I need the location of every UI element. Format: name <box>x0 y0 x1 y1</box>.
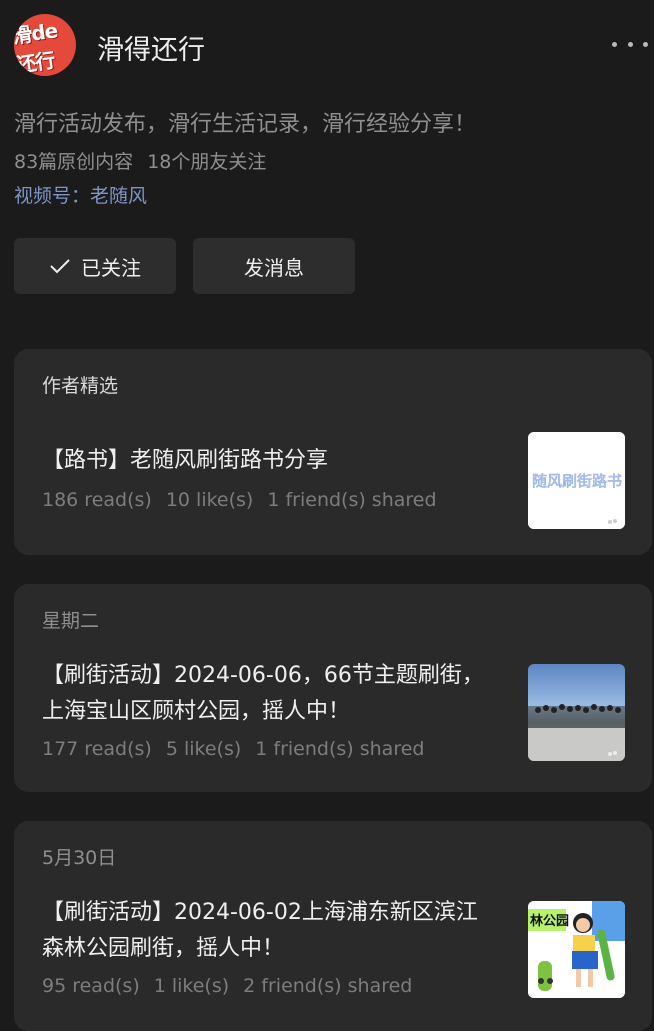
video-channel-link[interactable]: 视频号：老随风 <box>14 181 147 208</box>
article-thumbnail[interactable]: 随风刷街路书 <box>528 432 625 529</box>
article-meta: 186 read(s) 10 like(s) 1 friend(s) shared <box>42 489 437 511</box>
article-meta: 95 read(s) 1 like(s) 2 friend(s) shared <box>42 975 412 997</box>
like-count: 10 like(s) <box>165 489 254 511</box>
send-message-label: 发消息 <box>244 255 304 280</box>
like-count: 5 like(s) <box>165 738 242 760</box>
like-count: 1 like(s) <box>153 975 230 997</box>
thumbnail-image: 随风刷街路书 <box>528 432 625 529</box>
section-label: 作者精选 <box>42 375 119 397</box>
check-icon <box>50 259 70 274</box>
send-message-button[interactable]: 发消息 <box>193 238 355 294</box>
read-count: 95 read(s) <box>42 975 140 997</box>
friends-following[interactable]: 18个朋友关注 <box>147 151 266 173</box>
article-section: 星期二 【刷街活动】2024-06-06，66节主题刷街，上海宝山区顾村公园，摇… <box>14 584 652 792</box>
followed-label: 已关注 <box>81 255 141 280</box>
share-count: 1 friend(s) shared <box>255 738 425 760</box>
share-count: 2 friend(s) shared <box>243 975 413 997</box>
svg-text:林公园: 林公园 <box>530 913 569 929</box>
article-thumbnail[interactable]: 林公园 <box>528 901 625 998</box>
account-stats: 83篇原创内容 18个朋友关注 <box>14 147 266 174</box>
article-title[interactable]: 【刷街活动】2024-06-06，66节主题刷街，上海宝山区顾村公园，摇人中！ <box>42 658 492 730</box>
section-date-label: 星期二 <box>42 610 100 632</box>
account-name: 滑得还行 <box>97 35 205 66</box>
article-thumbnail[interactable] <box>528 664 625 761</box>
more-dots-icon[interactable] <box>612 30 648 58</box>
article-title[interactable]: 【路书】老随风刷街路书分享 <box>42 443 492 479</box>
read-count: 186 read(s) <box>42 489 152 511</box>
section-date-label: 5月30日 <box>42 847 117 869</box>
featured-section: 作者精选 【路书】老随风刷街路书分享 186 read(s) 10 like(s)… <box>14 349 652 555</box>
avatar-logo-text: 滑de还行 <box>14 18 59 76</box>
article-title[interactable]: 【刷街活动】2024-06-02上海浦东新区滨江森林公园刷街，摇人中！ <box>42 895 492 967</box>
skater-illustration-image: 林公园 <box>528 901 625 998</box>
account-description: 滑行活动发布，滑行生活记录，滑行经验分享！ <box>14 112 477 137</box>
account-header: 滑de还行 滑得还行 <box>0 0 654 92</box>
original-count[interactable]: 83篇原创内容 <box>14 151 133 173</box>
followed-button[interactable]: 已关注 <box>14 238 176 294</box>
share-count: 1 friend(s) shared <box>267 489 437 511</box>
group-photo-image <box>528 664 625 761</box>
article-section: 5月30日 【刷街活动】2024-06-02上海浦东新区滨江森林公园刷街，摇人中… <box>14 821 652 1031</box>
svg-text:随风刷街路书: 随风刷街路书 <box>532 472 622 490</box>
account-avatar[interactable]: 滑de还行 <box>14 14 76 76</box>
read-count: 177 read(s) <box>42 738 152 760</box>
article-meta: 177 read(s) 5 like(s) 1 friend(s) shared <box>42 738 424 760</box>
